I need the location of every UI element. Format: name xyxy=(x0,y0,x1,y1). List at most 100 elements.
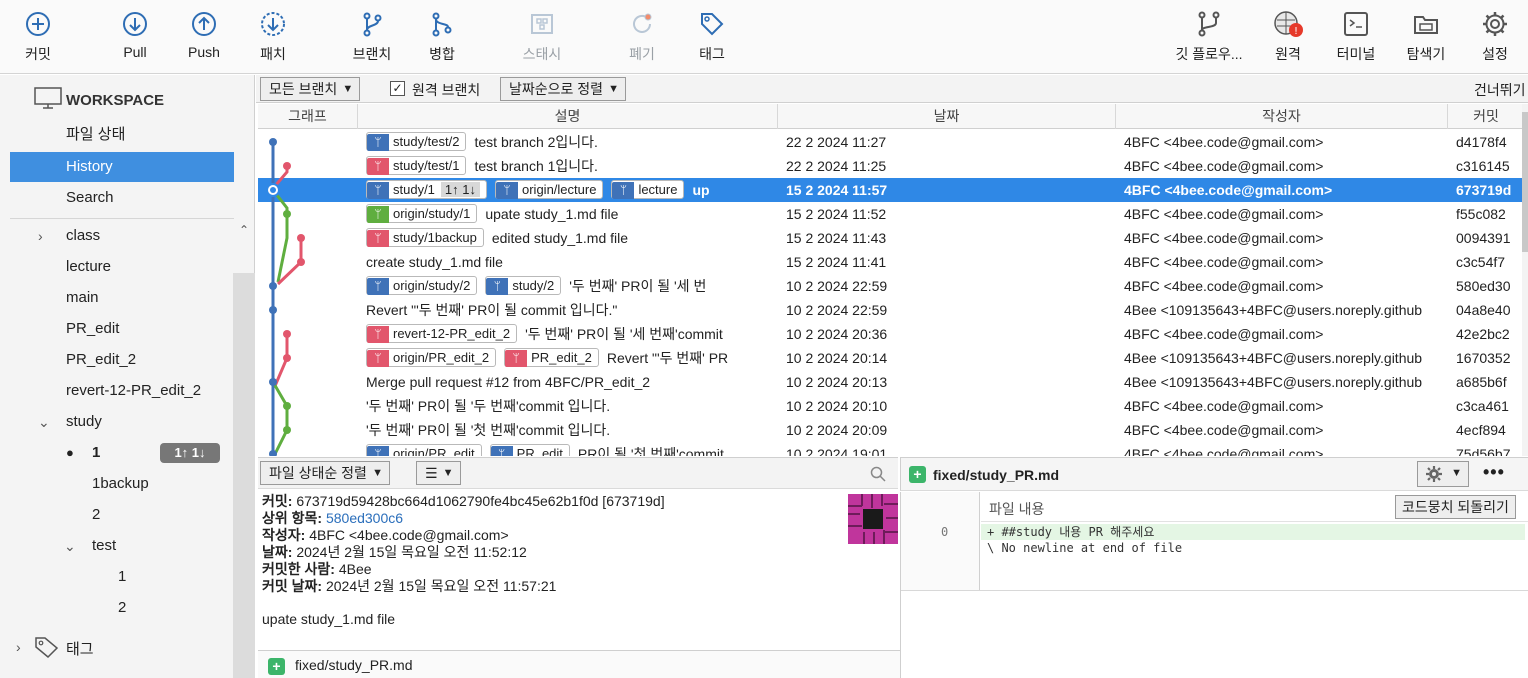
pull-button[interactable]: Pull xyxy=(97,8,173,68)
commit-row[interactable]: Revert "'두 번째' PR이 될 commit 입니다." 10 2 20… xyxy=(258,298,1524,322)
fetch-button[interactable]: 패치 xyxy=(235,8,311,68)
remote-button[interactable]: ! 원격 xyxy=(1250,8,1326,68)
commit-date: 22 2 2024 11:27 xyxy=(786,134,887,150)
commit-hash: c316145 xyxy=(1456,158,1510,174)
sidebar-branch-class[interactable]: class xyxy=(10,221,234,251)
sidebar-tags[interactable]: 태그 xyxy=(66,638,94,659)
branch-label: ᛘ study/test/1 xyxy=(366,156,467,175)
sidebar-item-search[interactable]: Search xyxy=(10,183,234,213)
explorer-button[interactable]: 탐색기 xyxy=(1388,8,1464,68)
workspace-header: WORKSPACE xyxy=(66,92,165,109)
settings-label: 설정 xyxy=(1482,46,1508,62)
scroll-up-icon[interactable]: ⌃ xyxy=(233,223,255,243)
branch-name: study/test/1 xyxy=(393,158,460,173)
commit-author: 4Bee <109135643+4BFC@users.noreply.githu… xyxy=(1124,374,1423,390)
commit-details: 커밋: 673719d59428bc664d1062790fe4bc45e62b… xyxy=(258,490,898,648)
changed-file-item[interactable]: + fixed/study_PR.md xyxy=(258,650,900,678)
list-view-dropdown[interactable]: ☰ ▼ xyxy=(416,461,461,485)
commit-date: 22 2 2024 11:25 xyxy=(786,158,887,174)
commit-row[interactable]: ᛘ origin/study/1 upate study_1.md file 15 2… xyxy=(258,202,1524,226)
stash-button[interactable]: 스태시 xyxy=(504,8,580,68)
sidebar-item-file-status[interactable]: 파일 상태 xyxy=(10,120,234,150)
commit-row[interactable]: create study_1.md file 15 2 2024 11:41 4BF… xyxy=(258,250,1524,274)
col-graph[interactable]: 그래프 xyxy=(258,104,358,129)
commit-row[interactable]: ᛘ study/1 1↑ 1↓ ᛘ origin/lecture ᛘ lecture up 15… xyxy=(258,178,1524,202)
commit-row[interactable]: Merge pull request #12 from 4BFC/PR_edit… xyxy=(258,370,1524,394)
col-description[interactable]: 설명 xyxy=(358,104,778,129)
sidebar-branch-test-1[interactable]: 1 xyxy=(10,562,234,592)
commit-description: ᛘ study/test/2 test branch 2입니다. xyxy=(366,130,774,154)
sidebar-branch-revert[interactable]: revert-12-PR_edit_2 xyxy=(10,376,234,406)
sidebar-branch-study-2[interactable]: 2 xyxy=(10,500,234,530)
commit-hash: a685b6f xyxy=(1456,374,1507,390)
branch-name: study/1backup xyxy=(393,230,477,245)
commit-date: 15 2 2024 11:57 xyxy=(786,182,888,198)
stash-icon xyxy=(531,14,553,34)
merge-button[interactable]: 병합 xyxy=(404,8,480,68)
settings-icon xyxy=(1483,12,1507,36)
sidebar-folder-test[interactable]: test xyxy=(10,531,234,561)
revert-hunk-button[interactable]: 코드뭉치 되돌리기 xyxy=(1395,495,1516,519)
commit-description: ᛘ study/1backup edited study_1.md file xyxy=(366,226,774,250)
scrollbar-thumb[interactable] xyxy=(1522,112,1528,252)
sidebar-branch-lecture[interactable]: lecture xyxy=(10,252,234,282)
commit-message: test branch 2입니다. xyxy=(474,134,598,150)
git-flow-button[interactable]: 깃 플로우... xyxy=(1162,8,1256,68)
commit-row[interactable]: '두 번째' PR이 될 '첫 번째'commit 입니다. 10 2 2024 … xyxy=(258,418,1524,442)
col-commit[interactable]: 커밋 xyxy=(1448,104,1524,129)
branch-label: ᛘ study/test/2 xyxy=(366,132,467,151)
col-author[interactable]: 작성자 xyxy=(1116,104,1448,129)
branch-name: origin/study/2 xyxy=(393,278,471,293)
diff-options-dropdown[interactable]: ▼ xyxy=(1417,461,1469,487)
branch-filter-dropdown[interactable]: 모든 브랜치 ▼ xyxy=(260,77,361,101)
tag-button[interactable]: 태그 xyxy=(674,8,750,68)
more-options-icon[interactable]: ••• xyxy=(1483,462,1505,483)
graph-node xyxy=(283,354,291,362)
commit-row[interactable]: ᛘ study/test/1 test branch 1입니다. 22 2 2024 … xyxy=(258,154,1524,178)
branch-label: ᛘ origin/PR_edit xyxy=(366,444,482,456)
commit-description: ᛘ study/test/1 test branch 1입니다. xyxy=(366,154,774,178)
commit-date: 10 2 2024 20:09 xyxy=(786,422,888,438)
file-sort-dropdown[interactable]: 파일 상태순 정렬 ▼ xyxy=(260,461,390,485)
commit-author: 4BFC <4bee.code@gmail.com> xyxy=(1124,158,1324,174)
sidebar-item-history[interactable]: History xyxy=(10,152,234,182)
parent-link[interactable]: 580ed300c6 xyxy=(326,510,403,526)
commit-message: '두 번째' PR이 될 '세 번째'commit xyxy=(525,326,723,342)
branch-button[interactable]: 브랜치 xyxy=(334,8,410,68)
current-branch-indicator: ● xyxy=(66,445,74,460)
sidebar-branch-pr-edit[interactable]: PR_edit xyxy=(10,314,234,344)
commit-date: 10 2 2024 19:01 xyxy=(786,446,888,456)
settings-button[interactable]: 설정 xyxy=(1457,8,1528,68)
sidebar-branch-main[interactable]: main xyxy=(10,283,234,313)
discard-button[interactable]: 폐기 xyxy=(604,8,680,68)
commit-row[interactable]: '두 번째' PR이 될 '두 번째'commit 입니다. 10 2 2024 … xyxy=(258,394,1524,418)
terminal-button[interactable]: 터미널 xyxy=(1318,8,1394,68)
commit-description: ᛘ origin/study/2 ᛘ study/2 '두 번째' PR이 될 '세 번 xyxy=(366,274,774,298)
commit-author: 4BFC <4bee.code@gmail.com> xyxy=(1124,182,1333,198)
graph-node xyxy=(297,234,305,242)
commit-row[interactable]: ᛘ study/1backup edited study_1.md file 15 2… xyxy=(258,226,1524,250)
toolbar: 커밋 Pull Push 패치 브랜치 병합 스태시 폐기 태그 깃 플로우..… xyxy=(0,0,1528,74)
sidebar-scrollbar[interactable] xyxy=(233,273,255,678)
sidebar-folder-study[interactable]: study xyxy=(10,407,234,437)
remote-branches-checkbox[interactable]: ✓ xyxy=(390,81,405,96)
search-icon[interactable] xyxy=(870,466,886,482)
commit-row[interactable]: ᛘ origin/PR_edit_2 ᛘ PR_edit_2 Revert "'두 번째… xyxy=(258,346,1524,370)
commit-list-scrollbar[interactable] xyxy=(1522,104,1528,456)
sidebar-branch-study-1backup[interactable]: 1backup xyxy=(10,469,234,499)
sort-dropdown[interactable]: 날짜순으로 정렬 ▼ xyxy=(500,77,627,101)
push-button[interactable]: Push xyxy=(166,8,242,68)
sidebar-branch-test-2[interactable]: 2 xyxy=(10,593,234,623)
commit-row[interactable]: ᛘ origin/study/2 ᛘ study/2 '두 번째' PR이 될 '세 번… xyxy=(258,274,1524,298)
commit-hash: 04a8e40 xyxy=(1456,302,1511,318)
commit-row[interactable]: ᛘ study/test/2 test branch 2입니다. 22 2 2024 … xyxy=(258,130,1524,154)
graph-node xyxy=(283,162,291,170)
commit-row[interactable]: ᛘ revert-12-PR_edit_2 '두 번째' PR이 될 '세 번째'c… xyxy=(258,322,1524,346)
chevron-right-icon[interactable]: › xyxy=(16,639,21,655)
added-file-icon: + xyxy=(268,657,285,675)
sidebar-branch-pr-edit-2[interactable]: PR_edit_2 xyxy=(10,345,234,375)
details-toolbar: 파일 상태순 정렬 ▼ ☰ ▼ xyxy=(258,457,898,489)
commit-button[interactable]: 커밋 xyxy=(0,8,76,68)
col-date[interactable]: 날짜 xyxy=(778,104,1116,129)
commit-row[interactable]: ᛘ origin/PR_edit ᛘ PR_edit PR이 될 '첫 번째'commi… xyxy=(258,442,1524,456)
